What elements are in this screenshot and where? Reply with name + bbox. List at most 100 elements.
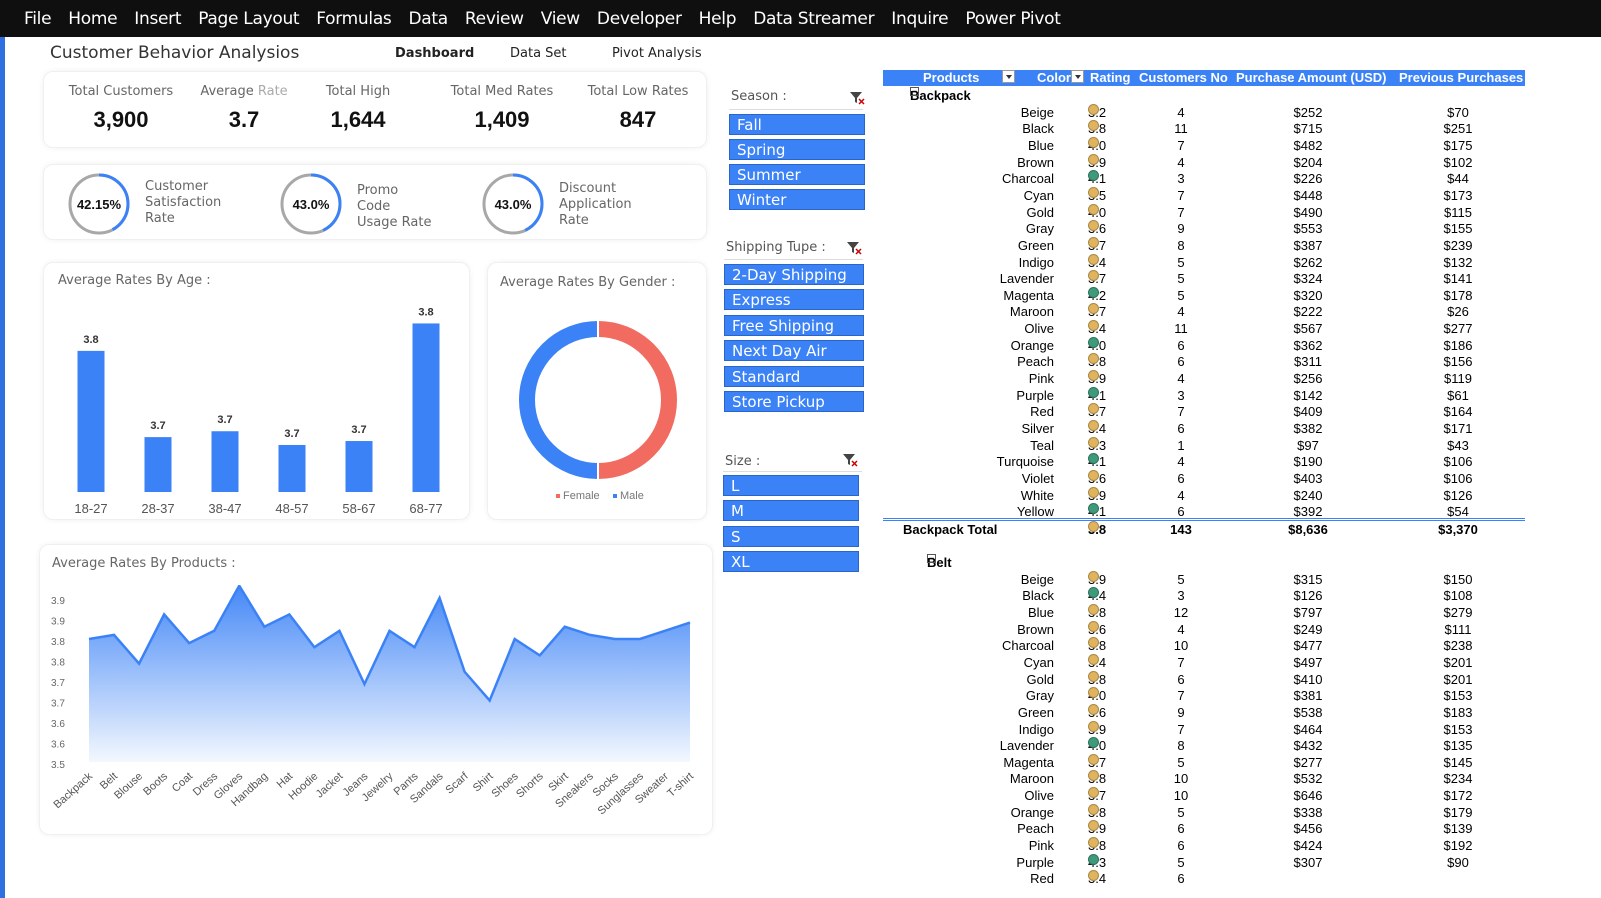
slicer-item-l[interactable]: L xyxy=(723,475,859,496)
products-filter-dropdown[interactable] xyxy=(1002,70,1015,83)
cell-previous: $135 xyxy=(1443,738,1473,754)
menu-help[interactable]: Help xyxy=(699,9,737,29)
menu-data[interactable]: Data xyxy=(409,9,449,29)
cell-customers: 12 xyxy=(1173,604,1189,620)
cell-amount: $381 xyxy=(1293,688,1323,704)
slicer-item-standard[interactable]: Standard xyxy=(724,366,864,387)
slicer-header: Season : xyxy=(731,89,787,104)
clear-filter-icon[interactable] xyxy=(846,240,862,258)
tab-data-set[interactable]: Data Set xyxy=(510,46,567,61)
slicer-item-store-pickup[interactable]: Store Pickup xyxy=(724,391,864,412)
rating-dot-icon xyxy=(1088,653,1099,665)
pivot-row: Peach 3.8 6 $311 $156 xyxy=(883,353,1525,370)
pivot-row: Lavender 3.7 5 $324 $141 xyxy=(883,270,1525,287)
collapse-icon[interactable]: − xyxy=(910,87,919,96)
pivot-row: Charcoal 3.8 10 $477 $238 xyxy=(883,637,1525,654)
cell-amount: $432 xyxy=(1293,738,1323,754)
cell-previous: $61 xyxy=(1447,387,1469,403)
pivot-row: Gray 4.0 7 $381 $153 xyxy=(883,687,1525,704)
menu-insert[interactable]: Insert xyxy=(134,9,181,29)
pivot-row: Cyan 3.4 7 $497 $201 xyxy=(883,653,1525,671)
slicer-item-express[interactable]: Express xyxy=(724,289,864,310)
donut-slice-female xyxy=(597,321,677,479)
x-tick-label: Scarf xyxy=(444,770,472,797)
menu-home[interactable]: Home xyxy=(68,9,117,29)
kpi-label: Average Rate xyxy=(200,84,288,99)
cell-customers: 3 xyxy=(1177,588,1185,604)
cell-color: Brown xyxy=(1017,621,1054,637)
slicer-item-winter[interactable]: Winter xyxy=(729,189,865,210)
kpi-value: 847 xyxy=(619,107,657,132)
cell-amount: $482 xyxy=(1293,137,1323,153)
pivot-header: Products Color Rating Customers No Purch… xyxy=(883,70,1525,86)
menu-power-pivot[interactable]: Power Pivot xyxy=(965,9,1061,29)
cell-previous: $175 xyxy=(1443,137,1473,153)
slicer-item-fall[interactable]: Fall xyxy=(729,114,865,135)
cell-color: Turquoise xyxy=(996,454,1054,470)
age-chart-title: Average Rates By Age : xyxy=(58,273,211,288)
menu-review[interactable]: Review xyxy=(465,9,524,29)
cell-customers: 7 xyxy=(1177,137,1185,153)
clear-filter-icon[interactable] xyxy=(842,452,858,470)
color-filter-dropdown[interactable] xyxy=(1071,70,1084,83)
cell-customers: 6 xyxy=(1177,821,1185,837)
slicer-item-summer[interactable]: Summer xyxy=(729,164,865,185)
donut-slice-male xyxy=(519,321,599,479)
x-tick-label: 58-67 xyxy=(342,501,375,516)
cell-customers: 4 xyxy=(1177,454,1185,470)
cell-rating: 4.2 xyxy=(1088,286,1106,304)
rating-dot-icon xyxy=(1088,753,1099,765)
cell-color: Pink xyxy=(1028,838,1054,854)
rating-dot-icon xyxy=(1088,203,1099,215)
menu-file[interactable]: File xyxy=(24,9,52,29)
slicer-item-m[interactable]: M xyxy=(723,500,859,521)
cell-color: Olive xyxy=(1024,788,1054,804)
rating-dot-icon xyxy=(1088,436,1099,448)
rating-dot-icon xyxy=(1088,670,1099,682)
cell-amount: $8,636 xyxy=(1288,521,1328,537)
cell-amount: $448 xyxy=(1293,187,1323,203)
cell-rating: 4.1 xyxy=(1088,386,1106,404)
slicer-item-free-shipping[interactable]: Free Shipping xyxy=(724,315,864,336)
tab-pivot-analysis[interactable]: Pivot Analysis xyxy=(612,46,702,61)
group-label[interactable]: − Belt xyxy=(927,554,952,571)
gender-donut-chart: Female Male xyxy=(519,321,677,502)
cell-customers: 7 xyxy=(1177,187,1185,203)
cell-amount: $307 xyxy=(1293,854,1323,870)
pivot-row: Violet 3.6 6 $403 $106 xyxy=(883,469,1525,487)
y-tick-label: 3.8 xyxy=(51,658,65,669)
slicer-item-next-day-air[interactable]: Next Day Air xyxy=(724,340,864,361)
cell-amount: $315 xyxy=(1293,571,1323,587)
cell-customers: 6 xyxy=(1177,337,1185,353)
clear-filter-icon[interactable] xyxy=(849,90,865,108)
pivot-row: Blue 4.0 7 $482 $175 xyxy=(883,136,1525,154)
menu-data-streamer[interactable]: Data Streamer xyxy=(753,9,874,29)
slicer-item-s[interactable]: S xyxy=(723,526,859,547)
menu-inquire[interactable]: Inquire xyxy=(891,9,948,29)
tab-dashboard[interactable]: Dashboard xyxy=(395,46,474,61)
cell-customers: 5 xyxy=(1177,804,1185,820)
cell-color: White xyxy=(1020,487,1054,503)
collapse-icon[interactable]: − xyxy=(927,554,936,564)
cell-customers: 6 xyxy=(1177,871,1185,887)
y-tick-label: 3.7 xyxy=(51,699,65,710)
cell-customers: 8 xyxy=(1177,738,1185,754)
menu-view[interactable]: View xyxy=(541,9,580,29)
cell-previous: $70 xyxy=(1447,104,1469,120)
page-title: Customer Behavior Analysios xyxy=(50,43,300,63)
cell-amount: $324 xyxy=(1293,271,1323,287)
slicer-item-xl[interactable]: XL xyxy=(723,551,859,572)
menu-formulas[interactable]: Formulas xyxy=(316,9,392,29)
cell-amount: $409 xyxy=(1293,404,1323,420)
menu-developer[interactable]: Developer xyxy=(597,9,682,29)
slicer-item-spring[interactable]: Spring xyxy=(729,139,865,160)
menu-page-layout[interactable]: Page Layout xyxy=(198,9,299,29)
cell-color: Cyan xyxy=(1023,187,1054,203)
pivot-row: Beige 3.2 4 $252 $70 xyxy=(883,103,1525,121)
cell-customers: 10 xyxy=(1173,638,1189,654)
cell-previous: $277 xyxy=(1443,321,1473,337)
slicer-item-2-day-shipping[interactable]: 2-Day Shipping xyxy=(724,264,864,285)
cell-previous: $173 xyxy=(1443,187,1473,203)
group-label[interactable]: − Backpack xyxy=(910,87,971,104)
cell-rating: 3.9 xyxy=(1088,153,1106,171)
